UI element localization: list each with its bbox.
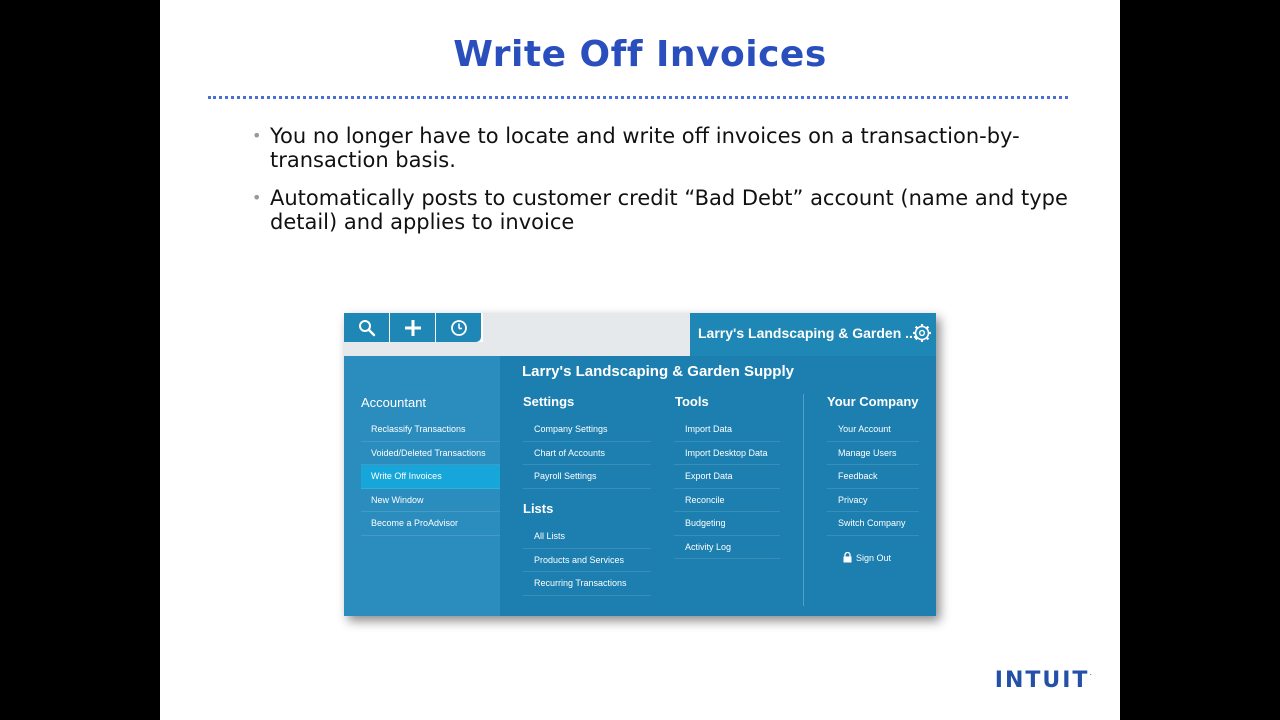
slide: Write Off Invoices • You no longer have t… [160,0,1120,720]
menu-item-manage-users[interactable]: Manage Users [827,442,919,465]
search-button[interactable] [344,313,389,342]
slide-title: Write Off Invoices [453,34,827,75]
menu-item-recurring-transactions[interactable]: Recurring Transactions [523,572,651,596]
create-button[interactable] [390,313,435,342]
lists-title: Lists [523,501,554,516]
tools-title: Tools [675,394,709,409]
menu-item-activity-log[interactable]: Activity Log [674,536,780,559]
menu-item-products-and-services[interactable]: Products and Services [523,549,651,572]
clock-icon [450,319,467,336]
tools-list: Import Data Import Desktop Data Export D… [674,418,780,559]
lock-icon [843,552,852,563]
accountant-list: Reclassify Transactions Voided/Deleted T… [361,418,500,536]
sign-out-label: Sign Out [856,552,892,563]
menu-item-new-window[interactable]: New Window [361,489,500,512]
quickbooks-screenshot: Larry's Landscaping & Garden ... Account… [344,313,936,616]
menu-item-export-data[interactable]: Export Data [674,465,780,489]
menu-item-privacy[interactable]: Privacy [827,489,919,512]
search-icon [358,319,375,336]
menu-item-import-desktop-data[interactable]: Import Desktop Data [674,442,780,465]
menu-item-reconcile[interactable]: Reconcile [674,489,780,512]
menu-item-all-lists[interactable]: All Lists [523,525,651,549]
bullet-icon: • [252,126,262,145]
menu-item-payroll-settings[interactable]: Payroll Settings [523,465,651,489]
sign-out-link[interactable]: Sign Out [843,552,891,563]
menu-item-chart-of-accounts[interactable]: Chart of Accounts [523,442,651,465]
company-name-short: Larry's Landscaping & Garden ... [698,325,917,341]
bullet-list: • You no longer have to locate and write … [252,124,1072,248]
your-company-title: Your Company [827,394,919,409]
intuit-logo-mark: . [1089,668,1092,677]
toolbar-strip [344,342,690,356]
accountant-column: Accountant Reclassify Transactions Voide… [344,356,500,616]
toolbar-spacer [483,313,690,342]
column-divider [803,394,804,606]
dotted-divider [208,96,1068,99]
company-name-full: Larry's Landscaping & Garden Supply [522,363,794,380]
menu-item-voided-deleted-transactions[interactable]: Voided/Deleted Transactions [361,442,500,465]
company-header: Larry's Landscaping & Garden ... [690,313,936,356]
accountant-title: Accountant [361,395,427,410]
gear-menu-panel: Accountant Reclassify Transactions Voide… [344,356,936,616]
menu-item-company-settings[interactable]: Company Settings [523,418,651,442]
plus-icon [404,319,421,336]
menu-item-switch-company[interactable]: Switch Company [827,512,919,536]
menu-item-your-account[interactable]: Your Account [827,418,919,442]
your-company-list: Your Account Manage Users Feedback Priva… [827,418,919,536]
menu-item-become-proadvisor[interactable]: Become a ProAdvisor [361,512,500,536]
menu-item-feedback[interactable]: Feedback [827,465,919,489]
bullet-icon: • [252,188,262,207]
menu-item-budgeting[interactable]: Budgeting [674,512,780,536]
bullet-item: • Automatically posts to customer credit … [252,186,1072,234]
bullet-text: Automatically posts to customer credit “… [270,186,1068,234]
bullet-item: • You no longer have to locate and write … [252,124,1072,172]
settings-list: Company Settings Chart of Accounts Payro… [523,418,651,489]
bullet-text: You no longer have to locate and write o… [270,124,1020,172]
gear-icon[interactable] [912,323,932,343]
menu-item-reclassify-transactions[interactable]: Reclassify Transactions [361,418,500,442]
recent-button[interactable] [436,313,481,342]
menu-item-write-off-invoices[interactable]: Write Off Invoices [361,465,500,489]
settings-title: Settings [523,394,575,409]
intuit-logo-text: INTUIT [994,668,1090,693]
menu-item-import-data[interactable]: Import Data [674,418,780,442]
lists-list: All Lists Products and Services Recurrin… [523,525,651,596]
intuit-logo: INTUIT. [995,668,1092,693]
